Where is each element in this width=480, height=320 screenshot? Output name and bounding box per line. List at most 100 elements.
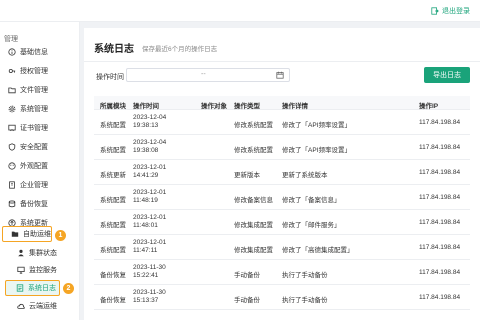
export-log-button[interactable]: 导出日志 xyxy=(424,67,470,83)
sidebar-item-enterprise[interactable]: 企业管理 xyxy=(0,177,80,193)
sidebar-section-title: 管理 xyxy=(4,36,18,43)
ip-cell: 117.84.198.84 xyxy=(419,294,461,301)
detail-cell: 执行了手动备份 xyxy=(282,272,328,279)
logout-button[interactable]: 退出登录 xyxy=(431,6,470,16)
sidebar-item-security[interactable]: 安全配置 xyxy=(0,139,80,155)
ip-cell: 117.84.198.84 xyxy=(419,169,461,176)
sidebar-subitem-cluster[interactable]: 集群状态 xyxy=(0,245,80,261)
divider xyxy=(84,61,480,62)
date-cell: 2023-12-04 xyxy=(133,139,167,146)
table-row: 系统配置 2023-12-04 19:38:08 修改系统配置 修改了「API频率设置」… xyxy=(94,135,470,160)
date-cell: 2023-11-30 xyxy=(133,264,166,271)
detail-cell: 修改了「备案信息」 xyxy=(282,197,341,204)
sidebar-item-label: 外观配置 xyxy=(20,163,48,170)
main-panel: 系统日志 保存最近6个月的操作日志 操作时间 -- 导出日志 所属模块 操作时间… xyxy=(84,28,480,320)
type-cell: 手动备份 xyxy=(234,297,260,304)
time-cell: 19:38:13 xyxy=(133,122,159,129)
detail-cell: 修改了「API频率设置」 xyxy=(282,122,351,129)
table-row: 系统配置 2023-12-01 11:48:01 修改集成配置 修改了「邮件服务」 117… xyxy=(94,210,470,235)
sidebar-item-label: 安全配置 xyxy=(20,144,48,151)
time-cell: 11:48:01 xyxy=(133,222,158,229)
table-row: 备份恢复 2023-11-30 15:13:37 手动备份 执行了手动备份 117.84.… xyxy=(94,285,470,310)
sidebar-item-basic-info[interactable]: 基础信息 xyxy=(0,44,80,60)
info-icon xyxy=(7,48,16,57)
page-title: 系统日志 xyxy=(94,44,134,55)
logout-icon xyxy=(431,7,439,15)
palette-icon xyxy=(7,162,16,171)
module-cell: 备份恢复 xyxy=(100,297,126,304)
ip-cell: 117.84.198.84 xyxy=(419,219,461,226)
detail-cell: 修改了「API频率设置」 xyxy=(282,147,351,154)
gear-icon xyxy=(7,105,16,114)
sidebar-subitem-cloud-ops[interactable]: 云端运维 xyxy=(0,298,80,314)
ip-cell: 117.84.198.84 xyxy=(419,144,461,151)
sidebar-item-label: 企业管理 xyxy=(20,182,48,189)
column-header: 所属模块 xyxy=(100,103,126,110)
filter-label: 操作时间 xyxy=(96,74,124,81)
sidebar-item-backup[interactable]: 备份恢复 xyxy=(0,196,80,212)
calendar-icon xyxy=(276,71,284,79)
time-cell: 15:22:41 xyxy=(133,272,159,279)
time-cell: 15:13:37 xyxy=(133,297,159,304)
date-cell: 2023-12-04 xyxy=(133,114,167,121)
sidebar-item-files[interactable]: 文件管理 xyxy=(0,82,80,98)
detail-cell: 更新了系统版本 xyxy=(282,172,328,179)
module-cell: 系统配置 xyxy=(100,247,126,254)
sidebar-item-label: 文件管理 xyxy=(20,87,48,94)
type-cell: 更新版本 xyxy=(234,172,260,179)
sidebar-item-label: 证书管理 xyxy=(20,125,48,132)
ip-cell: 117.84.198.84 xyxy=(419,244,461,251)
column-header: 操作类型 xyxy=(234,103,260,110)
table-row: 系统配置 2023-12-04 19:38:13 修改系统配置 修改了「API频率设置」… xyxy=(94,110,470,135)
log-icon xyxy=(15,284,24,293)
table-row: 系统配置 2023-12-01 11:47:11 修改集成配置 修改了「高德集成配置」 1… xyxy=(94,235,470,260)
sidebar: 管理 基础信息 授权管理 文件管理 系统管理 证书管理 安全配置 外观配置 企业… xyxy=(0,22,80,320)
table-row: 系统更新 2023-12-01 14:41:29 更新版本 更新了系统版本 117.84.… xyxy=(94,160,470,185)
page-subtitle: 保存最近6个月的操作日志 xyxy=(142,46,218,53)
detail-cell: 执行了手动备份 xyxy=(282,297,328,304)
certificate-icon xyxy=(7,124,16,133)
date-range-picker[interactable]: -- xyxy=(126,68,290,82)
sidebar-subitem-system-log[interactable]: 系统日志 xyxy=(5,280,60,296)
sidebar-item-license[interactable]: 授权管理 xyxy=(0,63,80,79)
module-cell: 系统更新 xyxy=(100,172,126,179)
folder-open-icon xyxy=(10,230,19,239)
sidebar-subitem-monitor[interactable]: 监控服务 xyxy=(0,262,80,278)
sidebar-item-label: 系统管理 xyxy=(20,106,48,113)
sidebar-item-system[interactable]: 系统管理 xyxy=(0,101,80,117)
column-header: 操作详情 xyxy=(282,103,308,110)
sidebar-item-label: 备份恢复 xyxy=(20,201,48,208)
detail-cell: 修改了「高德集成配置」 xyxy=(282,247,354,254)
sidebar-item-label: 授权管理 xyxy=(20,68,48,75)
cloud-icon xyxy=(16,302,25,311)
module-cell: 备份恢复 xyxy=(100,272,126,279)
ip-cell: 117.84.198.84 xyxy=(419,194,461,201)
date-cell: 2023-11-30 xyxy=(133,289,166,296)
type-cell: 修改系统配置 xyxy=(234,122,273,129)
ip-cell: 117.84.198.84 xyxy=(419,269,461,276)
sidebar-item-certificates[interactable]: 证书管理 xyxy=(0,120,80,136)
top-bar: 退出登录 xyxy=(0,0,480,22)
table-row: 备份恢复 2023-11-30 15:22:41 手动备份 执行了手动备份 117.84.… xyxy=(94,260,470,285)
module-cell: 系统配置 xyxy=(100,197,126,204)
module-cell: 系统配置 xyxy=(100,122,126,129)
time-cell: 11:47:11 xyxy=(133,247,158,254)
detail-cell: 修改了「邮件服务」 xyxy=(282,222,341,229)
sidebar-item-self-ops[interactable]: 自助运维 xyxy=(2,226,52,242)
module-cell: 系统配置 xyxy=(100,147,126,154)
type-cell: 修改备案信息 xyxy=(234,197,273,204)
date-separator: -- xyxy=(201,71,206,78)
building-icon xyxy=(7,181,16,190)
time-cell: 11:48:19 xyxy=(133,197,158,204)
sidebar-item-label: 基础信息 xyxy=(20,49,48,56)
sidebar-item-label: 自助运维 xyxy=(23,231,51,238)
date-cell: 2023-12-01 xyxy=(133,239,167,246)
step-badge: 2 xyxy=(63,283,74,294)
sidebar-item-appearance[interactable]: 外观配置 xyxy=(0,158,80,174)
type-cell: 修改集成配置 xyxy=(234,222,273,229)
type-cell: 修改系统配置 xyxy=(234,147,273,154)
step-badge: 1 xyxy=(55,230,66,241)
shield-icon xyxy=(7,143,16,152)
table-row: 系统配置 2023-12-01 11:48:19 修改备案信息 修改了「备案信息」 117… xyxy=(94,185,470,210)
date-cell: 2023-12-01 xyxy=(133,214,167,221)
